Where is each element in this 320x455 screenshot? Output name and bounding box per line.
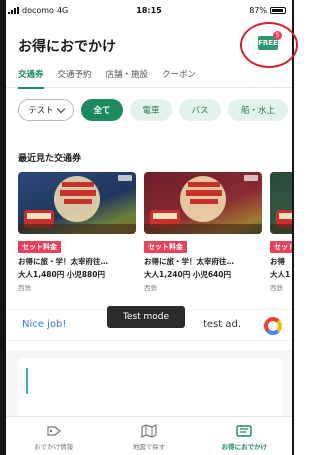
content-placeholder [6,350,292,416]
area-dropdown-label: テスト [28,106,54,116]
battery-percent: 87% [249,6,267,15]
chip-all[interactable]: 全て [81,99,123,121]
pass-card-image [270,172,292,234]
ad-network-logo-icon [264,317,282,335]
map-icon [141,424,157,438]
pass-card[interactable]: セット料金 お得に旅・学！太宰府往… 大人1,480円 小児880円 西鉄 [18,172,136,302]
area-dropdown[interactable]: テスト [18,99,74,121]
set-price-tag: セット料金 [144,241,187,253]
pass-card[interactable]: セット お得 大人1 西鉄 [270,172,292,302]
highlight-circle-annotation [240,22,298,68]
recent-cards-carousel: セット料金 お得に旅・学！太宰府往… 大人1,480円 小児880円 西鉄 セッ… [18,172,292,302]
nav-item-deals[interactable]: お得におでかけ [197,417,292,455]
bottom-navigation: おでかけ情報 地図で探す お得におでかけ [6,416,292,455]
battery-icon [270,7,286,14]
nav-item-map[interactable]: 地図で探す [101,417,196,455]
chip-ship[interactable]: 船・水上 [228,99,288,121]
status-bar: docomo 4G 18:15 87% [6,0,292,22]
ad-trail-text: test ad. [203,319,242,330]
chip-bus[interactable]: バス [179,99,221,121]
content-card [18,358,282,416]
pass-card-price: 大人1 [270,270,291,279]
nav-item-label: おでかけ情報 [34,443,74,451]
nav-item-label: 地図で探す [132,443,166,451]
pass-card-operator: 西鉄 [270,284,283,292]
app-header: お得におでかけ FREE 5 [6,22,298,68]
tab-stores-facilities[interactable]: 店舗・施設 [106,64,149,88]
tag-icon [47,426,61,436]
pass-card-price: 大人1,480円 小児880円 [18,270,105,279]
pass-card-title: お得 [270,257,285,266]
status-right: 87% [249,6,286,15]
pass-card-operator: 西鉄 [18,284,31,292]
page-title: お得におでかけ [18,39,116,55]
section-title-recent: 最近見た交通券 [18,154,82,164]
tab-transport-reservation[interactable]: 交通予約 [58,64,92,88]
pass-card-operator: 西鉄 [144,284,157,292]
ad-lead-text: Nice job! [22,319,67,330]
set-price-tag: セット [270,241,292,253]
test-mode-toast: Test mode [107,306,185,328]
filter-chips: テスト 全て 電車 バス 船・水上 [18,99,292,123]
chevron-down-icon [56,104,65,113]
chip-train[interactable]: 電車 [130,99,172,121]
tab-coupons[interactable]: クーポン [162,64,196,88]
set-price-tag: セット料金 [18,241,61,253]
category-tabs: 交通券 交通予約 店舗・施設 クーポン [6,64,292,89]
pass-card[interactable]: セット料金 お得に旅・学！太宰府往… 大人1,240円 小児640円 西鉄 [144,172,262,302]
pass-card-title: お得に旅・学！太宰府往… [144,257,234,266]
nav-item-outing-info[interactable]: おでかけ情報 [6,417,101,455]
tab-transport-pass[interactable]: 交通券 [18,64,44,89]
pass-card-price: 大人1,240円 小児640円 [144,270,231,279]
ticket-icon [236,425,253,437]
pass-card-title: お得に旅・学！太宰府往… [18,257,108,266]
pass-card-image [144,172,262,234]
pass-card-image [18,172,136,234]
nav-item-label: お得におでかけ [221,443,268,451]
